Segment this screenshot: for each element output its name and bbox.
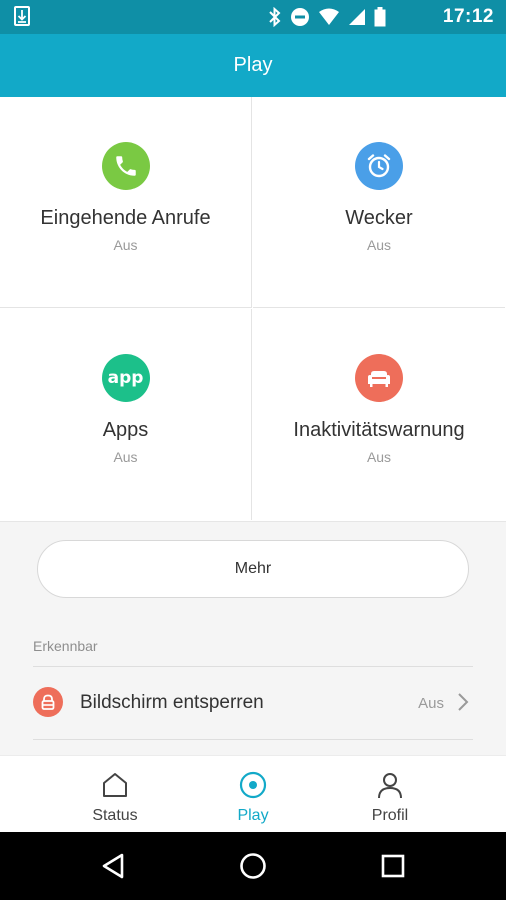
tile-label: Inaktivitätswarnung [293, 419, 465, 441]
nav-status[interactable]: Status [55, 756, 175, 833]
tile-inactivity-warning[interactable]: Inaktivitätswarnung Aus [253, 309, 505, 520]
nav-label: Profil [371, 807, 409, 824]
nav-play[interactable]: Play [193, 756, 313, 833]
unlock-screen-label: Bildschirm entsperren [80, 692, 264, 713]
bottom-navigation: Status Play Profil [0, 755, 506, 833]
nav-label: Play [237, 807, 269, 824]
alarm-clock-icon [355, 142, 403, 190]
battery-icon [374, 7, 386, 27]
divider [33, 739, 473, 740]
home-circle-icon [240, 853, 266, 879]
phone-icon [101, 142, 150, 190]
lock-icon [33, 687, 63, 717]
app-bar: Play [0, 34, 506, 97]
nav-profile[interactable]: Profil [330, 756, 450, 833]
home-icon [103, 773, 127, 797]
status-bar: 17:12 [0, 0, 506, 34]
signal-icon [349, 9, 365, 25]
tile-label: Wecker [345, 207, 413, 229]
wifi-icon [319, 8, 339, 25]
unlock-screen-value: Aus [418, 695, 444, 712]
tile-state: Aus [113, 449, 138, 465]
more-button[interactable]: Mehr [37, 540, 469, 598]
section-title: Erkennbar [33, 638, 98, 654]
sofa-icon [355, 354, 403, 402]
recents-button[interactable] [376, 850, 410, 882]
recents-icon [381, 854, 405, 878]
tile-alarm[interactable]: Wecker Aus [253, 97, 505, 308]
do-not-disturb-icon [291, 8, 309, 26]
unlock-screen-row[interactable]: Bildschirm entsperren Aus [0, 667, 506, 739]
tile-state: Aus [366, 449, 392, 465]
tile-apps[interactable]: app Apps Aus [0, 309, 252, 520]
tile-label: Eingehende Anrufe [40, 207, 211, 229]
chevron-right-icon [458, 693, 469, 711]
bluetooth-icon [269, 7, 281, 27]
clock-time: 17:12 [442, 6, 494, 27]
play-target-icon [239, 771, 267, 799]
page-title: Play [233, 54, 273, 76]
back-icon [102, 853, 124, 879]
app-icon-text: app [107, 368, 144, 388]
person-icon [378, 773, 402, 799]
back-button[interactable] [96, 850, 130, 882]
tile-incoming-calls[interactable]: Eingehende Anrufe Aus [0, 97, 252, 308]
tile-state: Aus [113, 237, 138, 253]
app-icon: app [101, 354, 150, 402]
nav-label: Status [92, 807, 138, 824]
feature-grid: Eingehende Anrufe Aus Wecker Aus app App… [0, 97, 506, 522]
tile-state: Aus [366, 237, 392, 253]
download-icon [14, 6, 30, 26]
tile-label: Apps [102, 419, 149, 441]
system-navigation-bar [0, 832, 506, 900]
home-button[interactable] [236, 850, 270, 882]
